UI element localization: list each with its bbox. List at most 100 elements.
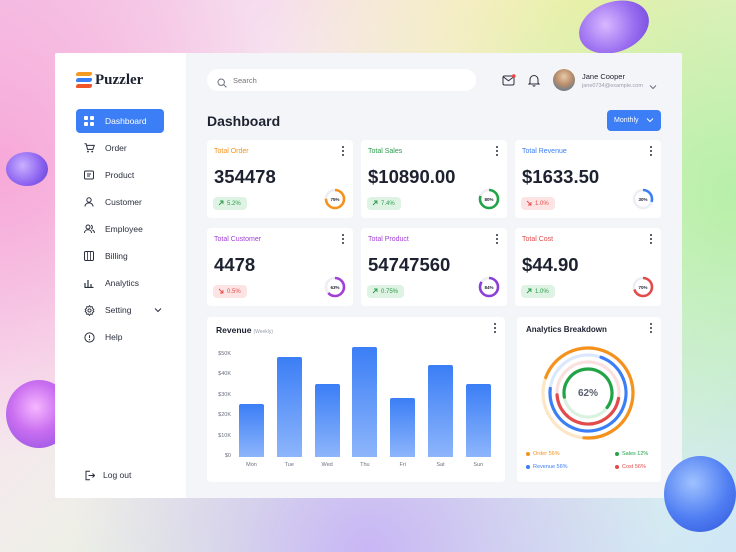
more-options-icon[interactable] xyxy=(341,146,345,156)
sidebar-item-help[interactable]: Help xyxy=(76,325,164,349)
more-options-icon[interactable] xyxy=(341,234,345,244)
chevron-down-icon[interactable] xyxy=(154,305,162,315)
legend-sales: Sales 12% xyxy=(615,451,648,457)
stat-value: $44.90 xyxy=(522,254,579,275)
x-tick-label: Mon xyxy=(246,462,257,468)
dashboard-window: Puzzler Dashboard Order Product Customer… xyxy=(55,53,682,498)
mail-icon[interactable] xyxy=(502,73,516,87)
sidebar-item-product[interactable]: Product xyxy=(76,163,164,187)
arrow-down-right-icon xyxy=(218,288,224,296)
more-options-icon[interactable] xyxy=(649,146,653,156)
legend-label: Order 56% xyxy=(533,451,560,457)
logo-icon xyxy=(75,71,93,89)
revenue-title: Revenue (Weekly) xyxy=(216,325,273,335)
user-email: jane0734@example.com xyxy=(582,82,643,89)
sidebar-item-dashboard[interactable]: Dashboard xyxy=(76,109,164,133)
progress-ring: 80% xyxy=(478,188,500,210)
dashboard-icon xyxy=(83,115,95,127)
change-badge: 0.75% xyxy=(367,285,405,298)
arrow-down-right-icon xyxy=(526,200,532,208)
analytics-title: Analytics Breakdown xyxy=(526,325,607,334)
more-options-icon[interactable] xyxy=(495,234,499,244)
bar-fri[interactable] xyxy=(390,397,416,457)
x-tick-label: Sun xyxy=(473,462,484,468)
more-options-icon[interactable] xyxy=(495,146,499,156)
bar-wed[interactable] xyxy=(314,383,340,457)
legend-dot xyxy=(526,465,530,469)
stat-label: Total Cost xyxy=(522,236,554,243)
logout-icon xyxy=(83,469,95,481)
change-badge: 5.2% xyxy=(213,197,247,210)
sidebar-item-label: Billing xyxy=(105,251,128,261)
box-icon xyxy=(83,169,95,181)
period-dropdown[interactable]: Monthly xyxy=(607,110,661,131)
avatar xyxy=(553,69,575,91)
sidebar-item-label: Customer xyxy=(105,197,142,207)
legend-label: Revenue 56% xyxy=(533,464,568,470)
progress-ring: 75% xyxy=(324,188,346,210)
more-options-icon[interactable] xyxy=(649,323,653,333)
stat-value: 54747560 xyxy=(368,254,451,275)
cart-icon xyxy=(83,142,95,154)
y-tick-label: $30K xyxy=(218,391,231,398)
progress-label: 30% xyxy=(638,196,648,202)
stat-value: 4478 xyxy=(214,254,256,275)
x-tick-label: Tue xyxy=(284,462,294,468)
analytics-center-value: 62% xyxy=(577,387,598,399)
revenue-card: Revenue (Weekly) $0 $10K $20K $30K $40K $50K Mo… xyxy=(207,317,505,482)
sidebar-item-customer[interactable]: Customer xyxy=(76,190,164,214)
more-options-icon[interactable] xyxy=(649,234,653,244)
logout-button[interactable]: Log out xyxy=(83,469,131,481)
bar-thu[interactable] xyxy=(352,346,378,457)
arrow-up-right-icon xyxy=(372,288,378,296)
chevron-down-icon xyxy=(646,118,654,123)
stat-value: $1633.50 xyxy=(522,166,600,187)
sidebar-item-setting[interactable]: Setting xyxy=(76,298,164,322)
bar-sat[interactable] xyxy=(428,365,453,457)
progress-label: 84% xyxy=(484,284,494,290)
sidebar-item-order[interactable]: Order xyxy=(76,136,164,160)
y-tick-label: $0 xyxy=(224,453,231,459)
progress-ring: 63% xyxy=(324,276,346,298)
sidebar-item-label: Dashboard xyxy=(105,116,147,126)
progress-label: 80% xyxy=(484,196,494,202)
search-bar xyxy=(207,69,476,91)
page-title: Dashboard xyxy=(207,113,281,129)
gear-icon xyxy=(83,304,95,316)
change-value: 0.75% xyxy=(381,288,399,295)
arrow-up-right-icon xyxy=(526,288,532,296)
bar-sun[interactable] xyxy=(465,383,491,457)
progress-label: 70% xyxy=(638,284,648,290)
user-info: Jane Cooper jane0734@example.com xyxy=(582,72,643,89)
bar-mon[interactable] xyxy=(239,403,264,457)
chevron-down-icon[interactable] xyxy=(649,77,657,95)
revenue-subtitle: (Weekly) xyxy=(253,329,274,335)
user-profile[interactable]: Jane Cooper jane0734@example.com xyxy=(553,69,657,91)
more-options-icon[interactable] xyxy=(493,323,497,333)
analytics-breakdown-card: Analytics Breakdown 62% Order 56% Sales … xyxy=(517,317,661,482)
help-icon xyxy=(83,331,95,343)
legend-cost: Cost 56% xyxy=(615,464,646,470)
bell-icon[interactable] xyxy=(527,73,541,87)
app-logo[interactable]: Puzzler xyxy=(75,71,143,89)
search-input[interactable] xyxy=(233,75,453,85)
sidebar-item-billing[interactable]: Billing xyxy=(76,244,164,268)
change-value: 5.2% xyxy=(227,200,241,207)
sidebar-item-employee[interactable]: Employee xyxy=(76,217,164,241)
user-name: Jane Cooper xyxy=(582,71,625,81)
change-badge: 1.0% xyxy=(521,285,555,298)
stat-label: Total Order xyxy=(214,148,249,155)
analytics-donut: 62% xyxy=(540,345,636,441)
change-value: 7.4% xyxy=(381,200,395,207)
bar-tue[interactable] xyxy=(276,357,302,457)
sidebar-item-label: Product xyxy=(105,170,135,180)
progress-label: 63% xyxy=(330,284,340,290)
legend-dot xyxy=(526,452,530,456)
logout-label: Log out xyxy=(103,470,132,480)
legend-dot xyxy=(615,452,619,456)
sidebar-item-label: Employee xyxy=(105,224,143,234)
arrow-up-right-icon xyxy=(372,200,378,208)
sidebar-item-analytics[interactable]: Analytics xyxy=(76,271,164,295)
stat-card: Total Sales $10890.00 7.4% 80% xyxy=(361,140,507,218)
change-value: 1.0% xyxy=(535,200,549,207)
